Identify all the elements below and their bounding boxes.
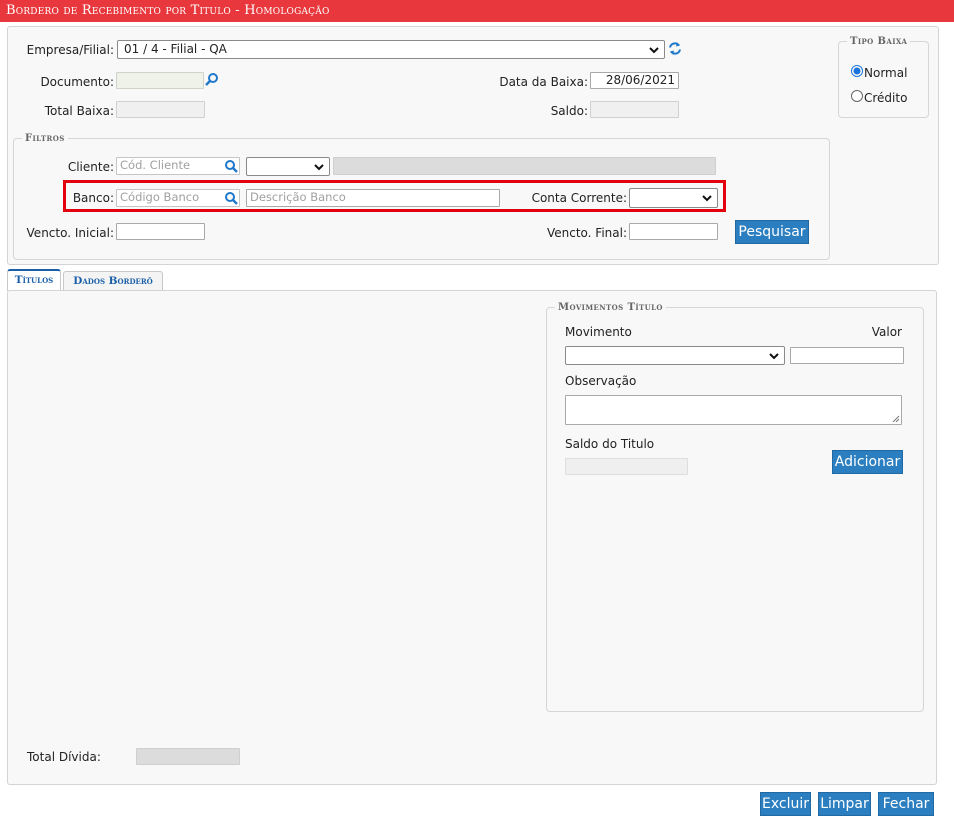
tipo-baixa-credito-label[interactable]: Crédito [864, 91, 907, 105]
vencto-final-input[interactable] [629, 223, 718, 240]
observacao-textarea[interactable] [565, 395, 902, 425]
chevron-down-icon [649, 47, 659, 54]
banco-code-input[interactable]: Código Banco [116, 189, 240, 207]
cliente-search-icon[interactable] [224, 159, 238, 173]
conta-corrente-label: Conta Corrente: [531, 191, 627, 205]
banco-description-input[interactable]: Descrição Banco [246, 189, 500, 207]
saldo-field [590, 101, 679, 118]
total-divida-field [136, 748, 240, 765]
banco-code-placeholder: Código Banco [120, 190, 200, 204]
movimento-select[interactable] [565, 346, 785, 365]
tipo-baixa-normal-radio[interactable] [851, 65, 863, 77]
valor-label: Valor [871, 325, 902, 339]
resize-handle-icon[interactable] [892, 415, 900, 423]
total-baixa-label: Total Baixa: [44, 104, 114, 118]
cliente-name-field [333, 157, 716, 175]
cliente-code-input[interactable]: Cód. Cliente [116, 157, 240, 175]
tipo-baixa-legend: Tipo Baixa [850, 36, 908, 47]
banco-description-placeholder: Descrição Banco [250, 190, 346, 204]
conta-corrente-select[interactable] [629, 188, 718, 208]
refresh-icon[interactable] [668, 41, 682, 56]
movimento-label: Movimento [565, 325, 632, 339]
saldo-titulo-label: Saldo do Titulo [565, 437, 655, 451]
limpar-button[interactable]: Limpar [818, 792, 871, 816]
tipo-baixa-credito-radio[interactable] [851, 90, 863, 102]
total-divida-label: Total Dívida: [27, 750, 101, 764]
banco-search-icon[interactable] [224, 191, 238, 205]
cliente-code-placeholder: Cód. Cliente [120, 158, 191, 172]
data-baixa-field[interactable]: 28/06/2021 [590, 72, 679, 89]
empresa-select-value: 01 / 4 - Filial - QA [124, 42, 227, 56]
saldo-label: Saldo: [550, 104, 588, 118]
documento-search-icon[interactable] [205, 72, 219, 86]
adicionar-button[interactable]: Adicionar [832, 450, 903, 474]
chevron-down-icon [702, 195, 712, 202]
total-baixa-field [116, 101, 205, 118]
data-baixa-label: Data da Baixa: [499, 75, 588, 89]
tipo-baixa-normal-label[interactable]: Normal [864, 66, 907, 80]
tab-titulos[interactable]: Títulos [7, 269, 61, 291]
pesquisar-button[interactable]: Pesquisar [735, 220, 809, 244]
valor-input[interactable] [790, 347, 904, 364]
vencto-inicial-label: Vencto. Inicial: [26, 226, 114, 240]
vencto-inicial-input[interactable] [116, 223, 205, 240]
filtros-legend: Filtros [25, 133, 65, 144]
movimentos-legend: Movimentos Título [558, 302, 663, 313]
data-baixa-value: 28/06/2021 [605, 73, 675, 87]
fechar-button[interactable]: Fechar [878, 792, 934, 816]
window-title-bar: Bordero de Recebimento por Titulo - Homo… [0, 0, 954, 22]
banco-label: Banco: [72, 191, 114, 205]
observacao-label: Observação [565, 374, 637, 388]
empresa-select[interactable]: 01 / 4 - Filial - QA [117, 40, 665, 59]
cliente-type-select[interactable] [246, 157, 330, 176]
window-title: Bordero de Recebimento por Titulo - Homo… [6, 3, 330, 18]
vencto-final-label: Vencto. Final: [546, 226, 627, 240]
empresa-label: Empresa/Filial: [26, 43, 114, 57]
cliente-label: Cliente: [67, 160, 114, 174]
documento-field[interactable] [116, 72, 204, 89]
chevron-down-icon [314, 164, 324, 171]
chevron-down-icon [769, 353, 779, 360]
excluir-button[interactable]: Excluir [760, 792, 811, 816]
tab-dados-bordero[interactable]: Dados Borderô [63, 271, 163, 291]
documento-label: Documento: [40, 75, 114, 89]
saldo-titulo-field [565, 458, 688, 475]
